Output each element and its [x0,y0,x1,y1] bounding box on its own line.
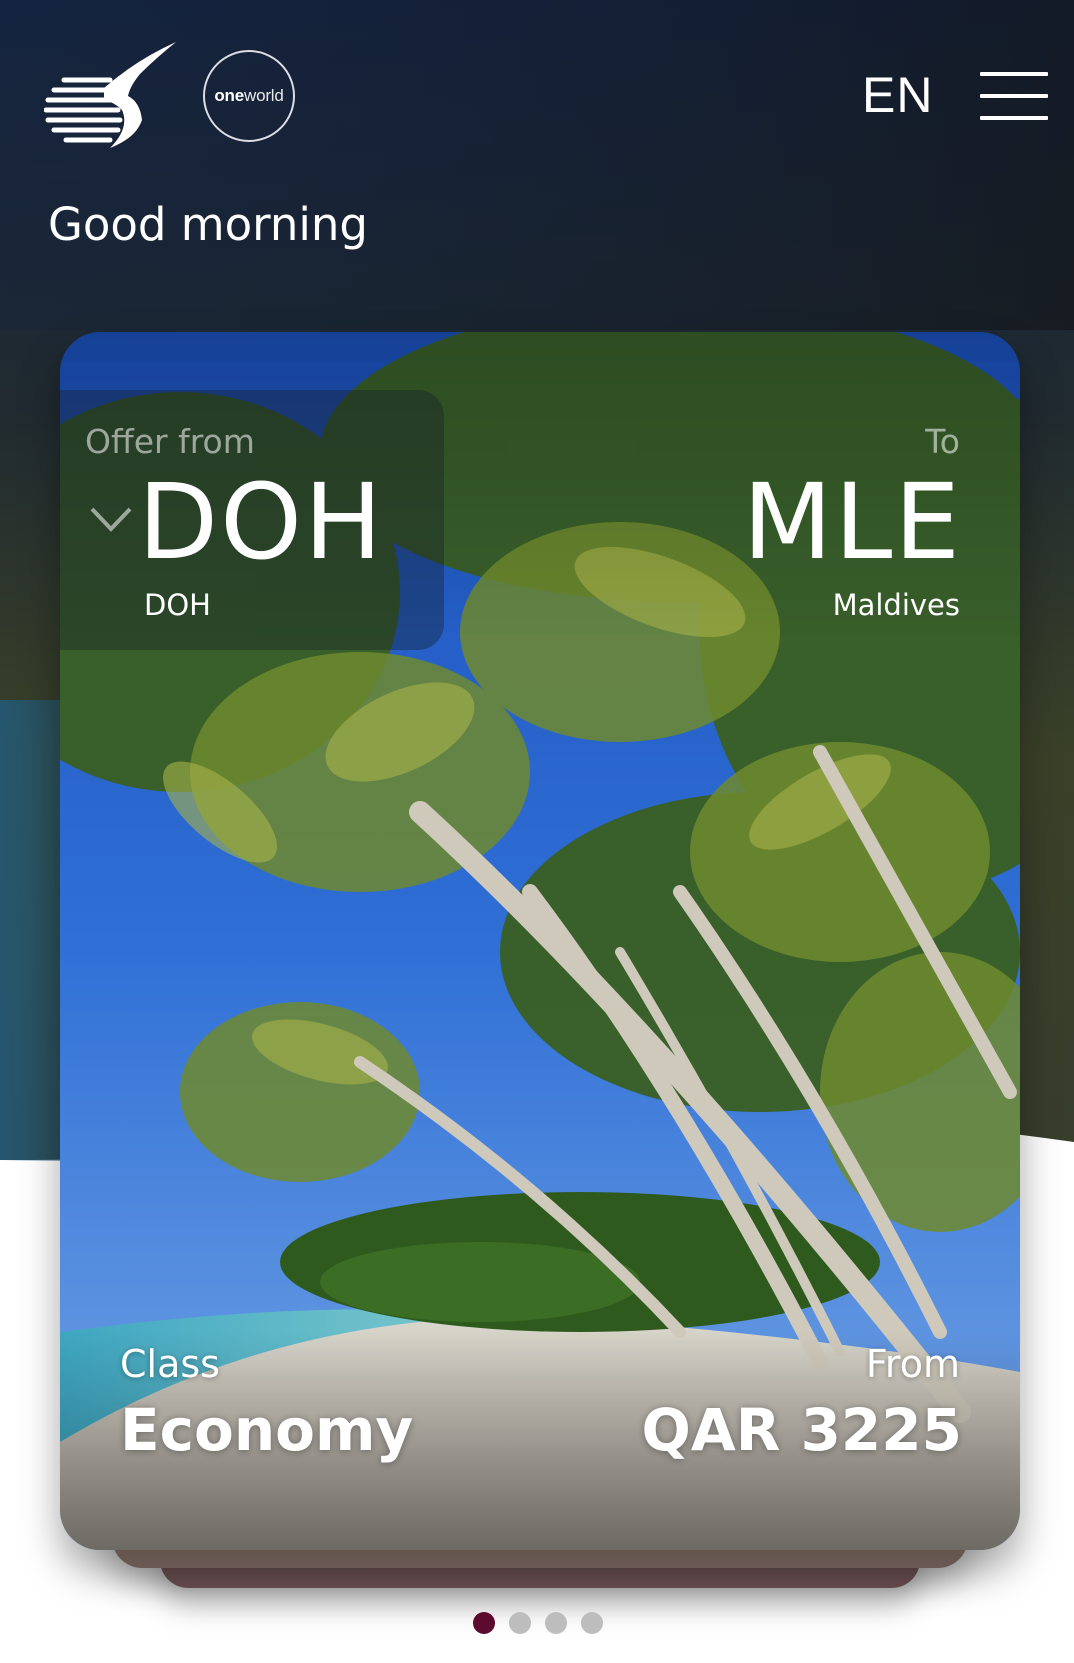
oneworld-bold: one [214,86,244,105]
price-from-label: From [865,1342,960,1386]
language-selector[interactable]: EN [862,66,933,124]
carousel-dot-4[interactable] [581,1612,603,1634]
oneworld-light: world [244,86,284,105]
destination-name: Maldives [832,588,960,622]
carousel-dot-1[interactable] [473,1612,495,1634]
origin-code: DOH [138,461,385,583]
app-header: one world EN [0,0,1074,200]
carousel-dot-3[interactable] [545,1612,567,1634]
offer-from-label: Offer from [85,422,255,461]
carousel-pagination [473,1612,603,1638]
hamburger-menu-icon[interactable] [980,72,1048,122]
oryx-logo-icon[interactable] [44,38,180,154]
carousel-dot-2[interactable] [509,1612,531,1634]
oneworld-badge[interactable]: one world [203,50,295,142]
origin-name: DOH [144,588,211,622]
greeting-text: Good morning [48,198,368,251]
to-label: To [925,422,960,461]
destination-code: MLE [742,461,962,583]
class-label: Class [120,1342,220,1386]
class-value: Economy [120,1396,414,1464]
chevron-down-icon[interactable] [88,505,134,533]
price-value: QAR 3225 [641,1396,962,1464]
